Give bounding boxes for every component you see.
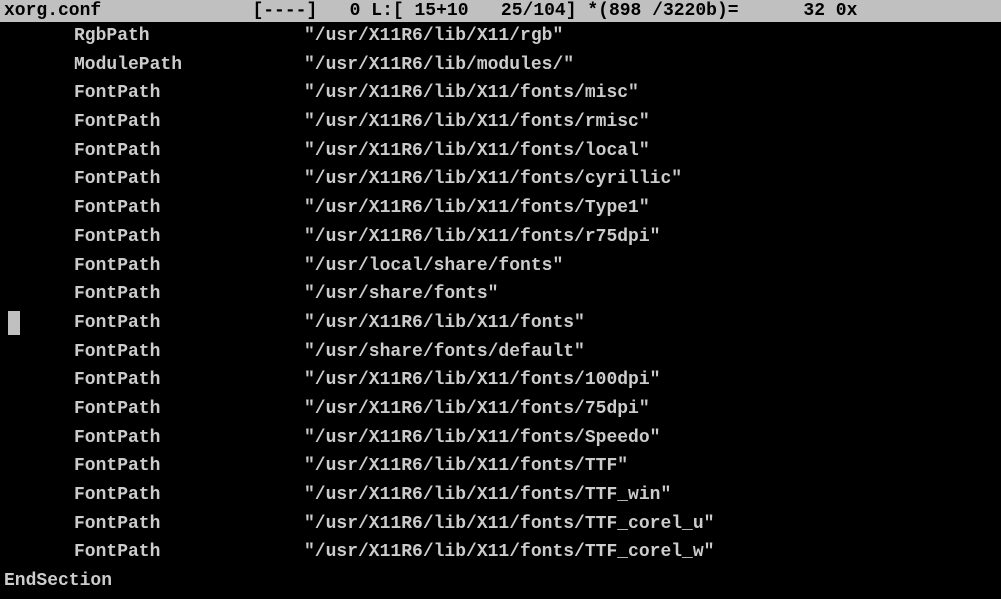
config-key: FontPath xyxy=(74,366,304,395)
editor-line[interactable]: FontPath"/usr/X11R6/lib/X11/fonts" xyxy=(4,309,997,338)
editor-line[interactable]: FontPath"/usr/X11R6/lib/X11/fonts/100dpi… xyxy=(4,366,997,395)
config-value: "/usr/share/fonts" xyxy=(304,284,498,304)
status-filename: xorg.conf xyxy=(4,1,101,21)
config-value: "/usr/X11R6/lib/X11/fonts/Type1" xyxy=(304,198,650,218)
editor-line[interactable]: FontPath"/usr/X11R6/lib/X11/fonts/Type1" xyxy=(4,194,997,223)
status-line-info: L:[ 15+10 25/104] xyxy=(371,1,576,21)
config-value: "/usr/X11R6/lib/X11/rgb" xyxy=(304,26,563,46)
config-key: FontPath xyxy=(74,452,304,481)
config-key: FontPath xyxy=(74,309,304,338)
editor-line[interactable]: FontPath"/usr/local/share/fonts" xyxy=(4,252,997,281)
editor-line[interactable]: FontPath"/usr/X11R6/lib/X11/fonts/Speedo… xyxy=(4,424,997,453)
status-flags: [----] xyxy=(252,1,317,21)
editor-line[interactable]: FontPath"/usr/X11R6/lib/X11/fonts/75dpi" xyxy=(4,395,997,424)
cursor-icon xyxy=(8,311,20,335)
config-value: "/usr/X11R6/lib/X11/fonts/TTF_corel_u" xyxy=(304,514,714,534)
config-value: "/usr/X11R6/lib/X11/fonts/100dpi" xyxy=(304,370,660,390)
editor-line[interactable]: FontPath"/usr/X11R6/lib/X11/fonts/r75dpi… xyxy=(4,223,997,252)
config-value: "/usr/X11R6/lib/X11/fonts/TTF_corel_w" xyxy=(304,542,714,562)
editor-line[interactable]: RgbPath"/usr/X11R6/lib/X11/rgb" xyxy=(4,22,997,51)
editor-area[interactable]: RgbPath"/usr/X11R6/lib/X11/rgb"ModulePat… xyxy=(0,22,1001,596)
config-value: "/usr/X11R6/lib/X11/fonts/TTF_win" xyxy=(304,485,671,505)
editor-line[interactable]: FontPath"/usr/X11R6/lib/X11/fonts/TTF_co… xyxy=(4,538,997,567)
config-key: ModulePath xyxy=(74,51,304,80)
config-key: FontPath xyxy=(74,223,304,252)
config-key: FontPath xyxy=(74,194,304,223)
editor-line[interactable]: FontPath"/usr/X11R6/lib/X11/fonts/TTF" xyxy=(4,452,997,481)
config-key: FontPath xyxy=(74,338,304,367)
config-value: "/usr/X11R6/lib/X11/fonts/75dpi" xyxy=(304,399,650,419)
status-col: 0 xyxy=(350,1,361,21)
editor-line[interactable]: FontPath"/usr/X11R6/lib/X11/fonts/local" xyxy=(4,137,997,166)
config-value: "/usr/X11R6/lib/X11/fonts/cyrillic" xyxy=(304,169,682,189)
config-value: "/usr/X11R6/lib/modules/" xyxy=(304,55,574,75)
config-key: FontPath xyxy=(74,481,304,510)
config-key: FontPath xyxy=(74,280,304,309)
config-key: FontPath xyxy=(74,538,304,567)
status-misc: *(898 /3220b)= xyxy=(587,1,738,21)
status-tail: 32 0x xyxy=(803,1,857,21)
config-value: "/usr/share/fonts/default" xyxy=(304,342,585,362)
config-value: "/usr/X11R6/lib/X11/fonts/TTF" xyxy=(304,456,628,476)
config-value: "/usr/X11R6/lib/X11/fonts/local" xyxy=(304,141,650,161)
editor-line[interactable]: FontPath"/usr/share/fonts" xyxy=(4,280,997,309)
config-key: FontPath xyxy=(74,252,304,281)
editor-line[interactable]: FontPath"/usr/X11R6/lib/X11/fonts/misc" xyxy=(4,79,997,108)
config-key: FontPath xyxy=(74,165,304,194)
editor-line[interactable]: ModulePath"/usr/X11R6/lib/modules/" xyxy=(4,51,997,80)
config-value: "/usr/X11R6/lib/X11/fonts/rmisc" xyxy=(304,112,650,132)
editor-line[interactable]: FontPath"/usr/X11R6/lib/X11/fonts/cyrill… xyxy=(4,165,997,194)
editor-line[interactable]: FontPath"/usr/X11R6/lib/X11/fonts/rmisc" xyxy=(4,108,997,137)
config-key: RgbPath xyxy=(74,22,304,51)
end-section-line: EndSection xyxy=(4,567,997,596)
config-key: FontPath xyxy=(74,79,304,108)
config-key: FontPath xyxy=(74,424,304,453)
editor-line[interactable]: FontPath"/usr/X11R6/lib/X11/fonts/TTF_wi… xyxy=(4,481,997,510)
config-key: FontPath xyxy=(74,137,304,166)
config-key: FontPath xyxy=(74,510,304,539)
config-value: "/usr/X11R6/lib/X11/fonts/Speedo" xyxy=(304,428,660,448)
status-bar: xorg.conf [----] 0 L:[ 15+10 25/104] *(8… xyxy=(0,0,1001,22)
config-value: "/usr/X11R6/lib/X11/fonts" xyxy=(304,313,585,333)
config-value: "/usr/X11R6/lib/X11/fonts/misc" xyxy=(304,83,639,103)
config-value: "/usr/X11R6/lib/X11/fonts/r75dpi" xyxy=(304,227,660,247)
config-key: FontPath xyxy=(74,108,304,137)
config-value: "/usr/local/share/fonts" xyxy=(304,256,563,276)
config-key: FontPath xyxy=(74,395,304,424)
editor-line[interactable]: FontPath"/usr/X11R6/lib/X11/fonts/TTF_co… xyxy=(4,510,997,539)
editor-line[interactable]: FontPath"/usr/share/fonts/default" xyxy=(4,338,997,367)
